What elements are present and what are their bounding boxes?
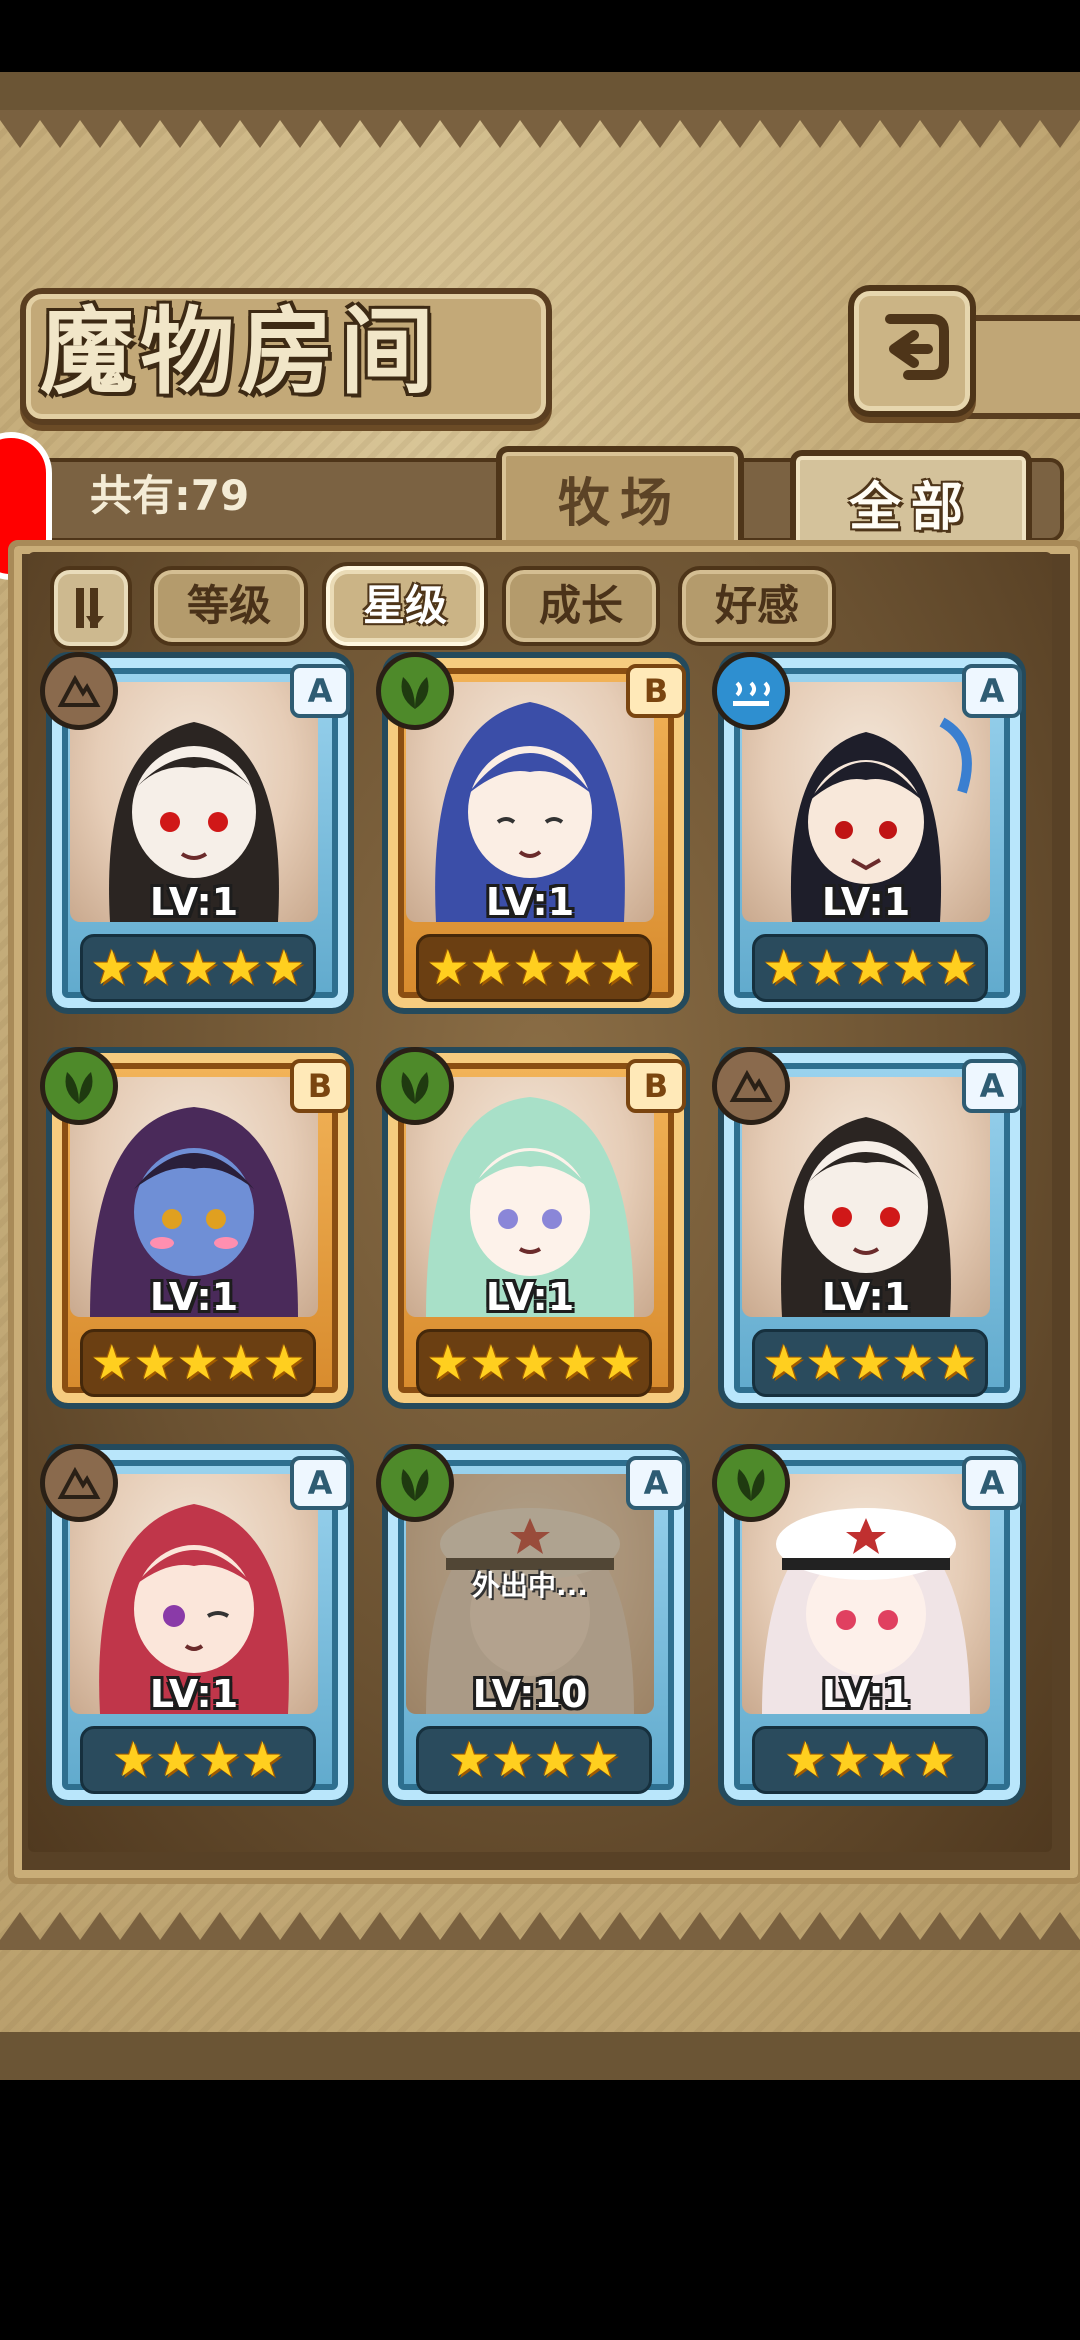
leaf-element-icon	[376, 1444, 454, 1522]
star-icon: ★★★★★	[90, 940, 306, 996]
leaf-element-icon	[40, 1047, 118, 1125]
rank-badge: A	[962, 1456, 1022, 1510]
earth-element-icon	[40, 1444, 118, 1522]
star-rating: ★★★★★	[416, 934, 652, 1002]
filter-level-label: 等级	[186, 581, 271, 630]
monster-card[interactable]: B LV:1 ★★★★★	[40, 1047, 360, 1417]
monster-card[interactable]: A LV:1 ★★★★★	[40, 652, 360, 1022]
water-element-icon	[712, 652, 790, 730]
return-arrow-icon	[885, 314, 949, 380]
level-label: LV:1	[821, 1672, 911, 1716]
star-rating: ★★★★★	[80, 934, 316, 1002]
rank-badge: A	[962, 664, 1022, 718]
monster-grid: A LV:1 ★★★★★ B LV:1 ★★★★★ A LV:1 ★★★★★ B…	[40, 652, 1040, 1842]
filter-affection[interactable]: 好感	[678, 566, 836, 646]
star-icon: ★★★★★	[762, 940, 978, 996]
monster-card[interactable]: A LV:1 ★★★★★	[712, 1047, 1032, 1417]
star-icon: ★★★★★	[426, 1335, 642, 1391]
star-icon: ★★★★	[447, 1732, 621, 1788]
monster-card[interactable]: A LV:1 ★★★★	[712, 1444, 1032, 1814]
tab-ranch-label: 牧场	[557, 474, 682, 534]
rank-badge: B	[290, 1059, 350, 1113]
star-rating: ★★★★	[80, 1726, 316, 1794]
filter-affection-label: 好感	[714, 581, 799, 630]
level-label: LV:1	[149, 880, 239, 924]
filter-star-label: 星级	[362, 581, 447, 630]
star-icon: ★★★★★	[90, 1335, 306, 1391]
rank-badge: A	[290, 1456, 350, 1510]
rank-badge: B	[626, 1059, 686, 1113]
filter-growth-label: 成长	[538, 581, 623, 630]
level-label: LV:1	[149, 1672, 239, 1716]
monster-card[interactable]: 外出中... A LV:10 ★★★★	[376, 1444, 696, 1814]
bottom-wood-band	[0, 2032, 1080, 2080]
monster-card[interactable]: B LV:1 ★★★★★	[376, 1047, 696, 1417]
away-status-label: 外出中...	[472, 1569, 588, 1602]
rank-badge: A	[626, 1456, 686, 1510]
level-label: LV:1	[149, 1275, 239, 1319]
monster-card[interactable]: A LV:1 ★★★★★	[712, 652, 1032, 1022]
rank-badge: A	[962, 1059, 1022, 1113]
star-icon: ★★★★★	[762, 1335, 978, 1391]
leaf-element-icon	[376, 1047, 454, 1125]
star-icon: ★★★★★	[426, 940, 642, 996]
sort-order-toggle[interactable]	[50, 566, 132, 650]
filter-level[interactable]: 等级	[150, 566, 308, 646]
star-rating: ★★★★★	[752, 1329, 988, 1397]
star-icon: ★★★★	[783, 1732, 957, 1788]
filter-growth[interactable]: 成长	[502, 566, 660, 646]
monster-card[interactable]: A LV:1 ★★★★	[40, 1444, 360, 1814]
bottom-letterbox	[0, 2080, 1080, 2340]
top-letterbox	[0, 0, 1080, 72]
level-label: LV:10	[472, 1672, 588, 1716]
level-label: LV:1	[485, 1275, 575, 1319]
star-rating: ★★★★★	[416, 1329, 652, 1397]
star-rating: ★★★★★	[80, 1329, 316, 1397]
monster-card[interactable]: B LV:1 ★★★★★	[376, 652, 696, 1022]
back-button[interactable]	[848, 285, 976, 417]
level-label: LV:1	[485, 880, 575, 924]
earth-element-icon	[712, 1047, 790, 1125]
rank-badge: A	[290, 664, 350, 718]
earth-element-icon	[40, 652, 118, 730]
leaf-element-icon	[712, 1444, 790, 1522]
sort-toggle-icon	[76, 588, 104, 628]
level-label: LV:1	[821, 880, 911, 924]
top-zigzag-border	[0, 110, 1080, 148]
rank-badge: B	[626, 664, 686, 718]
bottom-zigzag-border	[0, 1912, 1080, 1950]
star-rating: ★★★★	[416, 1726, 652, 1794]
level-label: LV:1	[821, 1275, 911, 1319]
monster-count-label: 共有:79	[90, 471, 250, 520]
star-rating: ★★★★★	[752, 934, 988, 1002]
star-rating: ★★★★	[752, 1726, 988, 1794]
leaf-element-icon	[376, 652, 454, 730]
filter-star[interactable]: 星级	[326, 566, 484, 646]
tab-ranch[interactable]: 牧场	[496, 446, 744, 550]
star-icon: ★★★★	[111, 1732, 285, 1788]
page-title: 魔物房间	[40, 297, 441, 407]
